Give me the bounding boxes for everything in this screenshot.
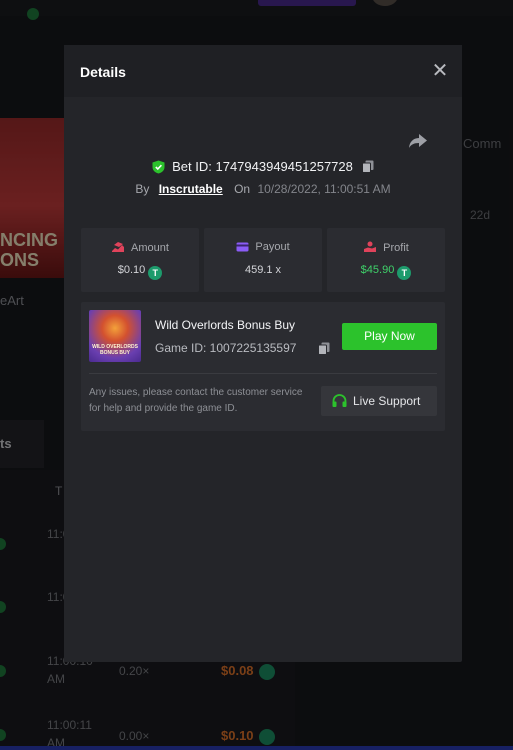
live-support-button[interactable]: Live Support xyxy=(321,386,437,416)
stat-amount-value-row: $0.10 T xyxy=(81,264,199,280)
shield-check-icon xyxy=(152,160,165,174)
stat-payout-value: 459.1 x xyxy=(244,264,282,276)
stat-profit-value-row: $45.90 T xyxy=(327,264,445,280)
coin-icon: T xyxy=(148,266,163,280)
by-label: By xyxy=(135,182,150,196)
bet-stats: Amount $0.10 T Payout 459.1 x Profit $45… xyxy=(81,228,445,292)
modal-header: Details ✕ xyxy=(64,45,462,97)
amount-icon xyxy=(112,242,125,252)
coin-icon: T xyxy=(397,266,412,280)
game-name: Wild Overlords Bonus Buy xyxy=(155,318,296,332)
stat-amount-header: Amount xyxy=(81,241,199,254)
stat-payout-label: Payout xyxy=(255,241,290,253)
on-label: On xyxy=(234,182,251,196)
stat-amount: Amount $0.10 T xyxy=(81,228,199,292)
game-id: Game ID: 1007225135597 xyxy=(155,341,297,355)
support-text: Any issues, please contact the customer … xyxy=(89,387,303,414)
game-thumbnail-title: WILD OVERLORDS BONUS BUY xyxy=(92,344,138,356)
bet-id-line: Bet ID: 1747943949451257728 xyxy=(64,158,462,174)
stat-payout: Payout 459.1 x xyxy=(204,228,322,292)
card-icon xyxy=(236,242,249,252)
profit-icon xyxy=(364,241,377,252)
bet-id: Bet ID: 1747943949451257728 xyxy=(172,159,353,175)
modal-title: Details xyxy=(80,64,126,80)
share-icon[interactable] xyxy=(408,133,428,149)
stat-amount-value: $0.10 xyxy=(117,264,146,276)
stat-profit-header: Profit xyxy=(327,241,445,254)
headset-icon xyxy=(332,394,347,407)
stat-payout-header: Payout xyxy=(204,241,322,253)
copy-icon[interactable] xyxy=(318,342,330,355)
stat-amount-label: Amount xyxy=(131,242,169,254)
game-card: WILD OVERLORDS BONUS BUY Wild Overlords … xyxy=(81,302,445,431)
divider xyxy=(89,373,437,374)
copy-icon[interactable] xyxy=(362,160,374,174)
username-link[interactable]: Inscrutable xyxy=(159,182,223,196)
game-thumbnail[interactable]: WILD OVERLORDS BONUS BUY xyxy=(89,310,141,362)
stat-profit: Profit $45.90 T xyxy=(327,228,445,292)
close-icon[interactable]: ✕ xyxy=(430,59,450,83)
stat-profit-value: $45.90 xyxy=(360,264,395,276)
play-now-button[interactable]: Play Now xyxy=(342,323,437,350)
bet-details-modal: Details ✕ Bet ID: 1747943949451257728 By… xyxy=(64,45,462,662)
bet-date: 10/28/2022, 11:00:51 AM xyxy=(257,182,391,196)
bet-meta-line: By Inscrutable On 10/28/2022, 11:00:51 A… xyxy=(64,182,462,196)
stat-profit-label: Profit xyxy=(383,242,409,254)
live-support-label: Live Support xyxy=(353,394,421,408)
